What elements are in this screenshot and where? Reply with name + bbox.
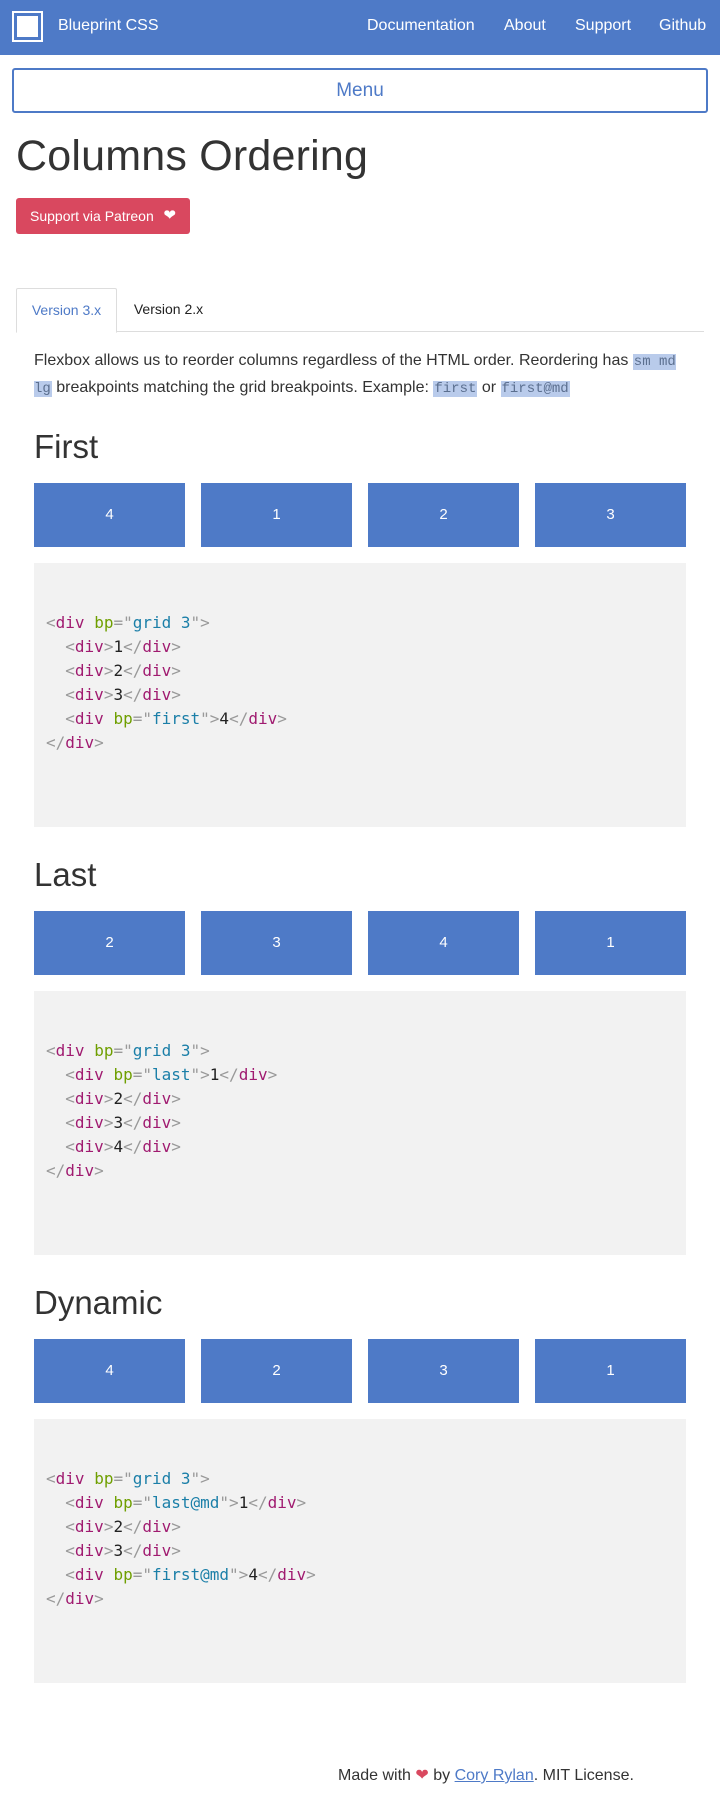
footer-made-with: Made with	[338, 1767, 411, 1784]
grid-column: 4	[34, 1339, 185, 1403]
brand-link[interactable]: Blueprint CSS	[58, 17, 159, 35]
section-title-first: First	[34, 428, 99, 465]
logo-icon[interactable]	[12, 11, 43, 42]
heart-icon: ❤	[163, 207, 176, 224]
grid-column: 2	[201, 1339, 352, 1403]
code-block-first: <div bp="grid 3"> <div>1</div> <div>2</d…	[34, 563, 686, 827]
menu-button[interactable]: Menu	[12, 68, 708, 113]
section-title-dynamic: Dynamic	[34, 1284, 163, 1321]
code-listing: <div bp="grid 3"> <div bp="last">1</div>…	[46, 1041, 278, 1180]
intro-text-3: or	[477, 379, 501, 396]
grid-column: 3	[368, 1339, 519, 1403]
grid-column: 1	[535, 1339, 686, 1403]
page-title: Columns Ordering	[16, 132, 369, 180]
heart-icon: ❤	[415, 1767, 429, 1784]
nav-github[interactable]: Github	[659, 17, 706, 35]
intro-text-1: Flexbox allows us to reorder columns reg…	[34, 352, 633, 369]
code-block-last: <div bp="grid 3"> <div bp="last">1</div>…	[34, 991, 686, 1255]
grid-column: 1	[201, 483, 352, 547]
grid-column: 4	[34, 483, 185, 547]
tab-version-3[interactable]: Version 3.x	[16, 288, 117, 333]
intro-code-first-md: first@md	[500, 381, 570, 397]
nav-documentation[interactable]: Documentation	[367, 17, 475, 35]
version-tabs: Version 3.x Version 2.x	[16, 288, 704, 333]
section-title-last: Last	[34, 856, 97, 893]
footer: Made with ❤ by Cory Rylan. MIT License.	[338, 1765, 634, 1785]
patreon-button[interactable]: Support via Patreon ❤	[16, 198, 190, 234]
code-block-dynamic: <div bp="grid 3"> <div bp="last@md">1</d…	[34, 1419, 686, 1683]
code-listing: <div bp="grid 3"> <div>1</div> <div>2</d…	[46, 613, 287, 752]
author-link[interactable]: Cory Rylan	[455, 1767, 534, 1784]
patreon-label: Support via Patreon	[30, 208, 154, 224]
intro-code-first: first	[433, 381, 478, 397]
top-navbar: Blueprint CSS Documentation About Suppor…	[0, 0, 720, 55]
grid-column: 2	[368, 483, 519, 547]
intro-text-2: breakpoints matching the grid breakpoint…	[51, 379, 434, 396]
footer-by: by	[433, 1767, 451, 1784]
grid-column: 2	[34, 911, 185, 975]
intro-paragraph: Flexbox allows us to reorder columns reg…	[34, 348, 694, 402]
code-listing: <div bp="grid 3"> <div bp="last@md">1</d…	[46, 1469, 316, 1608]
footer-license: . MIT License.	[533, 1767, 634, 1784]
tab-version-2[interactable]: Version 2.x	[117, 288, 220, 332]
grid-column: 1	[535, 911, 686, 975]
grid-column: 4	[368, 911, 519, 975]
nav-support[interactable]: Support	[575, 17, 631, 35]
grid-column: 3	[535, 483, 686, 547]
grid-column: 3	[201, 911, 352, 975]
nav-about[interactable]: About	[504, 17, 546, 35]
